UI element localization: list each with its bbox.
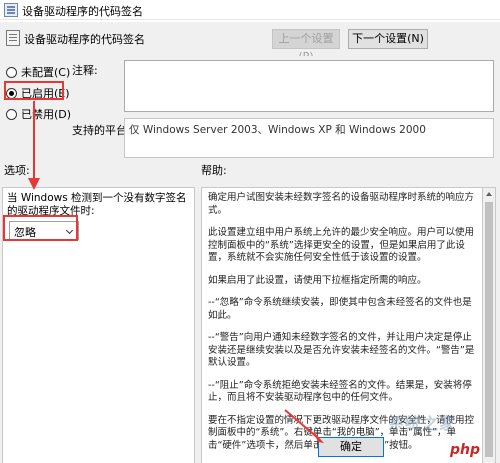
title-bar: 设备驱动程序的代码签名 (0, 0, 500, 20)
help-paragraph: --“警告”向用户通知未经数字签名的文件，并让用户决定是停止安装还是继续安装以及… (208, 332, 475, 368)
header-row: 设备驱动程序的代码签名 上一个设置(P) 下一个设置(N) (0, 22, 500, 63)
radio-not-configured[interactable]: 未配置(C) (6, 64, 70, 80)
main-area: 未配置(C) 已启用(E) 已禁用(D) 注释: 支持的平台: 仅 Window… (0, 56, 500, 463)
ok-button[interactable]: 确定 (318, 437, 384, 457)
enabled-highlight (4, 81, 64, 100)
dropdown-highlight (3, 215, 78, 241)
help-paragraph: --“忽略”命令系统继续安装，即使其中包含未经签名的文件也是如此。 (208, 297, 472, 321)
help-paragraph: 确定用户试图安装未经数字签名的设备驱动程序时系统的响应方式。 (208, 192, 475, 216)
help-paragraph: 此设置建立组中用户系统上允许的最少安全响应。用户可以使用控制面板中的“系统”选择… (208, 227, 475, 263)
setting-icon (6, 30, 20, 46)
radio-button[interactable] (6, 108, 17, 120)
radio-button[interactable] (6, 66, 17, 78)
help-label: 帮助: (201, 164, 227, 177)
comment-label: 注释: (72, 64, 98, 77)
radio-disabled[interactable]: 已禁用(D) (6, 106, 71, 122)
help-paragraph: 如果启用了此设置，请使用下拉框指定所需的响应。 (208, 274, 427, 286)
help-paragraph: --“阻止”命令系统拒绝安装未经签名的文件。结果是，安装将停止，而且将不安装驱动… (208, 379, 472, 404)
comment-textbox[interactable] (124, 60, 494, 112)
platform-label: 支持的平台: (72, 124, 131, 137)
scroll-thumb[interactable] (485, 202, 493, 457)
window-title: 设备驱动程序的代码签名 (22, 5, 143, 18)
setting-name: 设备驱动程序的代码签名 (24, 33, 145, 46)
platform-value: 仅 Windows Server 2003、Windows XP 和 Windo… (124, 118, 494, 158)
radio-label: 已禁用(D) (21, 108, 72, 121)
watermark-text: 系统之家 (388, 414, 457, 433)
scroll-up-arrow-icon[interactable] (486, 192, 492, 196)
policy-icon (4, 3, 18, 17)
radio-label: 未配置(C) (21, 66, 71, 79)
watermark-brand: php (450, 442, 481, 458)
options-label: 选项: (4, 164, 30, 177)
prev-setting-button[interactable]: 上一个设置(P) (272, 29, 340, 63)
help-scrollbar[interactable] (483, 187, 496, 463)
next-setting-button[interactable]: 下一个设置(N) (348, 29, 428, 49)
